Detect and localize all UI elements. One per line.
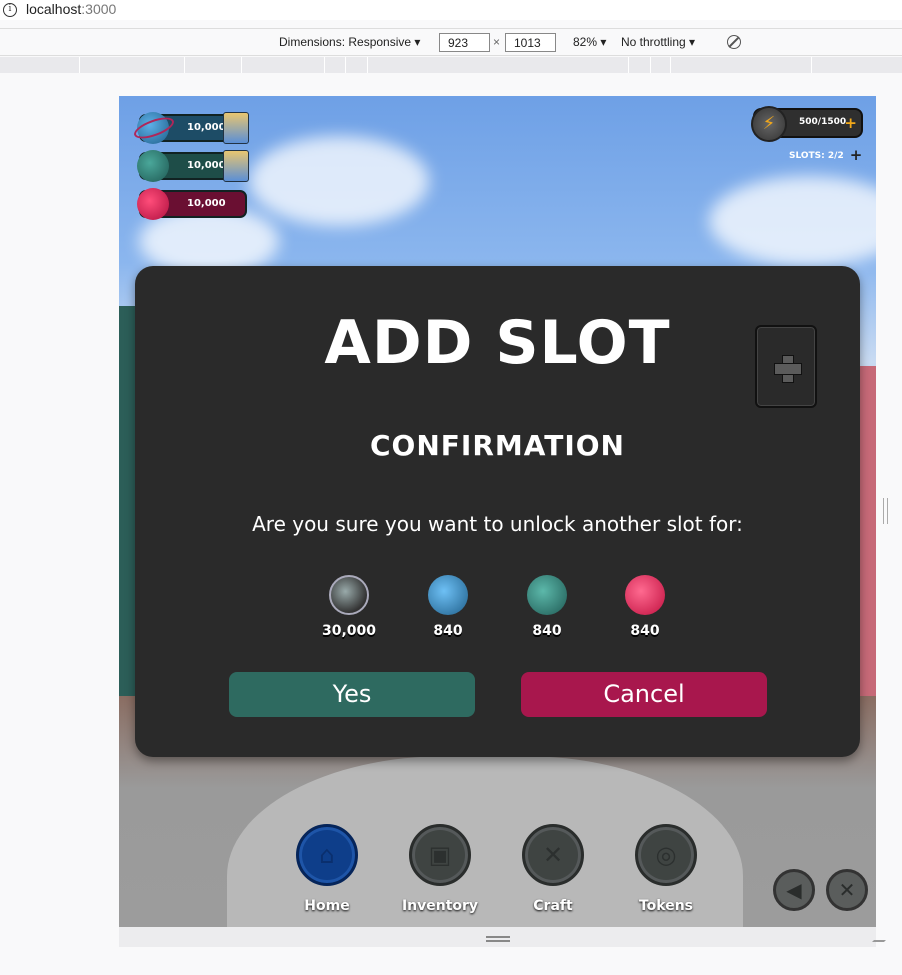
cost-amount: 30,000 bbox=[321, 623, 377, 639]
px-coin-icon bbox=[137, 150, 169, 182]
times-sign: × bbox=[493, 35, 501, 49]
energy-bolt-icon: ⚡ bbox=[751, 106, 787, 142]
vbe-coin-icon bbox=[625, 575, 665, 615]
rotate-icon[interactable] bbox=[727, 35, 741, 49]
nav-tokens-label: Tokens bbox=[638, 898, 694, 914]
viewport-side-handle[interactable] bbox=[883, 498, 888, 524]
cost-amount: 840 bbox=[630, 623, 660, 639]
fun-balance-value: 10,000 bbox=[187, 122, 226, 133]
slots-label: SLOTS: 2/2 bbox=[789, 151, 844, 161]
plus-icon bbox=[774, 355, 802, 383]
sound-mute-icon[interactable]: ✕ bbox=[826, 869, 868, 911]
px-coin-icon bbox=[527, 575, 567, 615]
px-balance[interactable]: 10,000 bbox=[137, 150, 249, 182]
width-input[interactable]: 923 bbox=[439, 33, 490, 52]
modal-subtitle: CONFIRMATION bbox=[369, 429, 625, 462]
viewport-resize-bar[interactable] bbox=[119, 927, 876, 947]
nav-home-label: Home bbox=[304, 898, 350, 914]
home-icon[interactable]: ⌂ bbox=[296, 824, 358, 886]
px-balance-value: 10,000 bbox=[187, 160, 226, 171]
add-slot-modal: ADD SLOT CONFIRMATION Are you sure you w… bbox=[135, 266, 860, 757]
vbe-balance-value: 10,000 bbox=[187, 198, 226, 209]
nav-craft-label: Craft bbox=[533, 898, 573, 914]
media-query-ruler[interactable] bbox=[0, 57, 902, 73]
px-card-icon bbox=[223, 150, 249, 182]
nav-inventory-label: Inventory bbox=[401, 898, 479, 914]
url-port: :3000 bbox=[81, 1, 117, 17]
cost-item: 840 bbox=[605, 575, 685, 639]
fun-card-icon bbox=[223, 112, 249, 144]
cost-item: 840 bbox=[507, 575, 587, 639]
wallet-icon[interactable]: ▣ bbox=[409, 824, 471, 886]
url-bar[interactable]: i localhost:3000 bbox=[0, 0, 902, 20]
sound-on-icon[interactable]: ◀ bbox=[773, 869, 815, 911]
dimensions-dropdown[interactable]: Dimensions: Responsive ▾ bbox=[279, 35, 420, 49]
nav-inventory[interactable]: ▣ Inventory bbox=[400, 824, 480, 914]
modal-title: ADD SLOT bbox=[324, 308, 671, 378]
cost-amount: 840 bbox=[433, 623, 463, 639]
tools-icon[interactable]: ✕ bbox=[522, 824, 584, 886]
yes-button[interactable]: Yes bbox=[229, 672, 475, 717]
browser-window: i localhost:3000 Dimensions: Responsive … bbox=[0, 0, 902, 975]
throttling-dropdown[interactable]: No throttling ▾ bbox=[621, 35, 695, 49]
nav-tokens[interactable]: ◎ Tokens bbox=[626, 824, 706, 914]
fun-coin-icon bbox=[428, 575, 468, 615]
vbe-balance[interactable]: 10,000 bbox=[137, 188, 247, 220]
nav-craft[interactable]: ✕ Craft bbox=[513, 824, 593, 914]
energy-value: 500/1500 bbox=[799, 117, 847, 127]
dark-token-icon bbox=[329, 575, 369, 615]
zoom-dropdown[interactable]: 82% ▾ bbox=[573, 35, 606, 49]
height-input[interactable]: 1013 bbox=[505, 33, 556, 52]
cost-amount: 840 bbox=[532, 623, 562, 639]
vbe-coin-icon bbox=[137, 188, 169, 220]
confirmation-question: Are you sure you want to unlock another … bbox=[252, 512, 743, 536]
add-energy-icon[interactable]: + bbox=[844, 114, 857, 132]
fun-balance[interactable]: 10,000 bbox=[131, 112, 249, 144]
cost-item: 30,000 bbox=[309, 575, 389, 639]
url-host: localhost bbox=[26, 1, 82, 17]
cloud bbox=[249, 136, 429, 226]
energy-meter[interactable]: ⚡ 500/1500 + bbox=[751, 106, 863, 142]
cancel-button[interactable]: Cancel bbox=[521, 672, 767, 717]
info-icon[interactable]: i bbox=[3, 3, 17, 17]
nav-home[interactable]: ⌂ Home bbox=[287, 824, 367, 914]
add-slot-icon[interactable]: + bbox=[850, 146, 863, 164]
token-icon[interactable]: ◎ bbox=[635, 824, 697, 886]
new-slot-preview bbox=[755, 325, 817, 408]
cost-item: 840 bbox=[408, 575, 488, 639]
cloud bbox=[709, 176, 876, 266]
slots-indicator: SLOTS: 2/2 + bbox=[789, 146, 862, 164]
responsive-toolbar: Dimensions: Responsive ▾ 923 × 1013 82% … bbox=[0, 28, 902, 56]
cost-list: 30,000 840 840 840 bbox=[135, 575, 860, 655]
url-text[interactable]: localhost:3000 bbox=[26, 1, 116, 17]
